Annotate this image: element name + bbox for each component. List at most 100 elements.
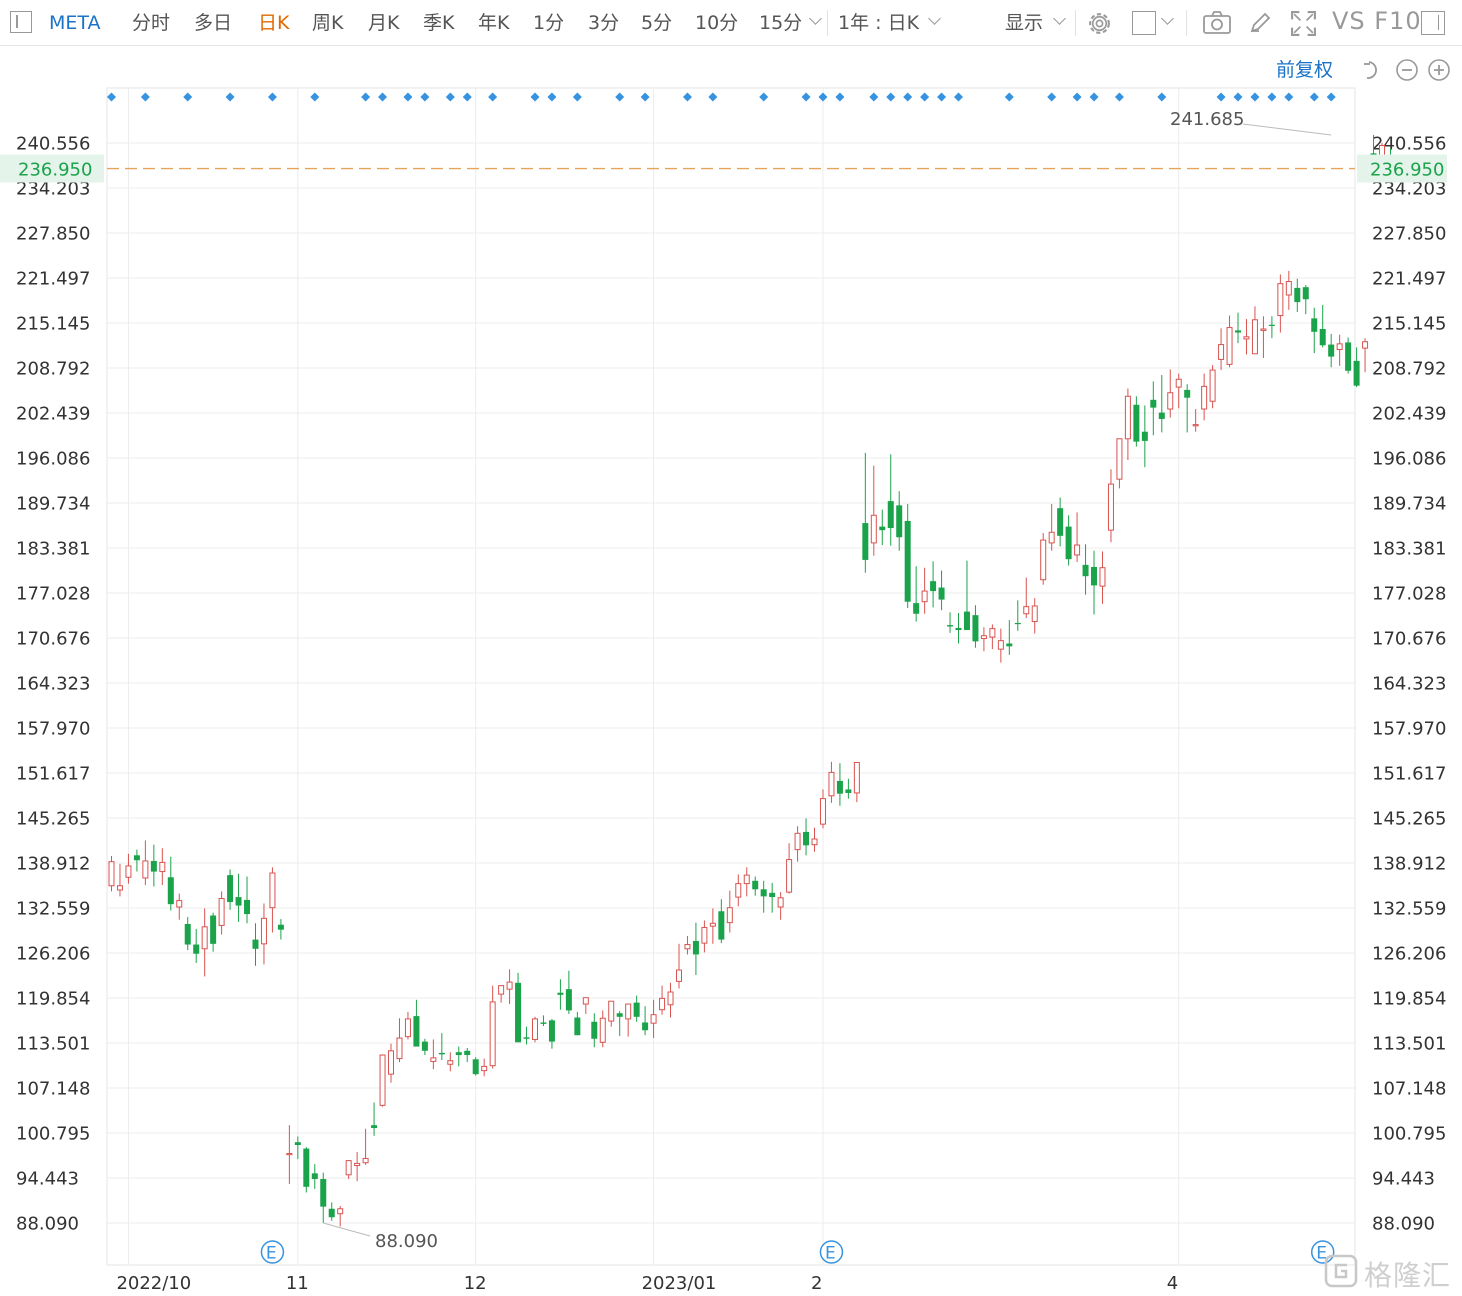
candle-body-up[interactable]	[159, 861, 166, 873]
candle-body-up[interactable]	[582, 997, 589, 1005]
candle-body-down[interactable]	[972, 615, 979, 642]
candle-body-up[interactable]	[1031, 605, 1038, 623]
candle-body-down[interactable]	[515, 982, 522, 1043]
event-marker-diamond[interactable]	[1157, 92, 1167, 102]
candle-body-down[interactable]	[879, 526, 886, 531]
candle-body-up[interactable]	[659, 997, 666, 1011]
event-marker-diamond[interactable]	[462, 92, 472, 102]
event-marker-diamond[interactable]	[1114, 92, 1124, 102]
candle-body-up[interactable]	[354, 1162, 361, 1167]
candle-body-down[interactable]	[523, 1037, 530, 1039]
sidebar-toggle-icon[interactable]	[10, 11, 32, 33]
candle-body-up[interactable]	[218, 898, 225, 926]
candle-body-up[interactable]	[404, 1018, 411, 1038]
candle-body-down[interactable]	[769, 892, 776, 898]
candle-body-up[interactable]	[828, 771, 835, 797]
candle-body-down[interactable]	[845, 789, 852, 793]
event-marker-diamond[interactable]	[903, 92, 913, 102]
candle-body-down[interactable]	[1294, 287, 1301, 303]
candle-body-down[interactable]	[540, 1022, 547, 1024]
tab-monthly-k[interactable]: 月K	[368, 10, 399, 36]
candle-body-up[interactable]	[337, 1208, 344, 1215]
tab-10min[interactable]: 10分	[695, 10, 738, 36]
candle-body-down[interactable]	[557, 992, 564, 995]
candle-body-up[interactable]	[811, 838, 818, 846]
candle-body-up[interactable]	[650, 1014, 657, 1024]
candle-body-up[interactable]	[743, 874, 750, 885]
candle-body-down[interactable]	[328, 1208, 335, 1218]
candle-body-down[interactable]	[1328, 344, 1335, 357]
event-marker-diamond[interactable]	[1250, 92, 1260, 102]
candle-body-down[interactable]	[1057, 508, 1064, 536]
candle-body-down[interactable]	[1141, 431, 1148, 441]
candle-body-down[interactable]	[455, 1052, 462, 1056]
candle-body-down[interactable]	[862, 523, 869, 560]
candle-body-down[interactable]	[947, 625, 954, 627]
candle-body-up[interactable]	[201, 926, 208, 950]
candle-body-down[interactable]	[752, 880, 759, 890]
candle-body-down[interactable]	[548, 1020, 555, 1042]
candle-body-up[interactable]	[1226, 327, 1233, 365]
candle-body-up[interactable]	[625, 1003, 632, 1020]
event-marker-diamond[interactable]	[225, 92, 235, 102]
event-marker-diamond[interactable]	[835, 92, 845, 102]
candle-body-up[interactable]	[142, 860, 149, 879]
event-marker-diamond[interactable]	[886, 92, 896, 102]
vs-f10-button[interactable]: VS F10	[1332, 8, 1422, 34]
candle-body-down[interactable]	[150, 860, 157, 872]
candle-body-up[interactable]	[608, 1000, 615, 1022]
candle-body-down[interactable]	[803, 831, 810, 846]
event-marker-diamond[interactable]	[530, 92, 540, 102]
candle-body-down[interactable]	[438, 1052, 445, 1055]
candle-body-up[interactable]	[430, 1057, 437, 1062]
candle-body-up[interactable]	[794, 832, 801, 851]
candle-body-down[interactable]	[930, 581, 937, 592]
candle-body-up[interactable]	[1074, 544, 1081, 556]
candle-body-up[interactable]	[1048, 531, 1055, 544]
rectangle-icon[interactable]	[1132, 11, 1156, 35]
candle-body-up[interactable]	[506, 981, 513, 990]
event-marker-diamond[interactable]	[1004, 92, 1014, 102]
event-marker-diamond[interactable]	[547, 92, 557, 102]
candle-body-down[interactable]	[1065, 526, 1072, 560]
candle-body-up[interactable]	[1192, 424, 1199, 427]
candle-body-down[interactable]	[167, 877, 174, 905]
panel-toggle-icon[interactable]	[1421, 11, 1445, 35]
candle-body-down[interactable]	[616, 1013, 623, 1017]
event-marker-diamond[interactable]	[445, 92, 455, 102]
candle-body-down[interactable]	[718, 911, 725, 940]
candle-body-down[interactable]	[633, 1002, 640, 1017]
candle-body-up[interactable]	[675, 969, 682, 982]
candle-body-up[interactable]	[532, 1018, 538, 1040]
candle-body-down[interactable]	[413, 1016, 420, 1047]
event-marker-diamond[interactable]	[954, 92, 963, 102]
candle-body-down[interactable]	[1235, 330, 1242, 333]
candle-body-up[interactable]	[786, 859, 793, 893]
candle-body-up[interactable]	[396, 1037, 403, 1060]
candle-body-down[interactable]	[642, 1022, 649, 1031]
candle-body-down[interactable]	[464, 1050, 471, 1056]
candle-body-down[interactable]	[1311, 318, 1318, 332]
candle-body-down[interactable]	[1133, 404, 1140, 442]
candle-body-up[interactable]	[260, 917, 267, 945]
candle-body-down[interactable]	[591, 1021, 598, 1039]
candle-body-down[interactable]	[1014, 622, 1021, 625]
event-marker-diamond[interactable]	[869, 92, 879, 102]
candle-body-up[interactable]	[1116, 438, 1123, 480]
event-marker-diamond[interactable]	[801, 92, 811, 102]
event-marker-diamond[interactable]	[1233, 92, 1243, 102]
tab-1min[interactable]: 1分	[533, 10, 564, 36]
candle-body-up[interactable]	[1201, 385, 1208, 410]
display-menu[interactable]: 显示	[1005, 10, 1043, 36]
range-select[interactable]: 1年 : 日K	[838, 10, 919, 36]
candle-body-down[interactable]	[896, 505, 903, 538]
tab-intraday[interactable]: 分时	[132, 10, 170, 36]
candle-body-down[interactable]	[320, 1179, 327, 1207]
candle-body-up[interactable]	[116, 885, 123, 891]
symbol-label[interactable]: META	[49, 10, 101, 36]
candle-body-down[interactable]	[277, 924, 284, 930]
candle-body-down[interactable]	[565, 989, 572, 1011]
candle-body-down[interactable]	[252, 939, 259, 949]
event-marker-diamond[interactable]	[818, 92, 828, 102]
chevron-down-icon[interactable]	[928, 12, 941, 25]
